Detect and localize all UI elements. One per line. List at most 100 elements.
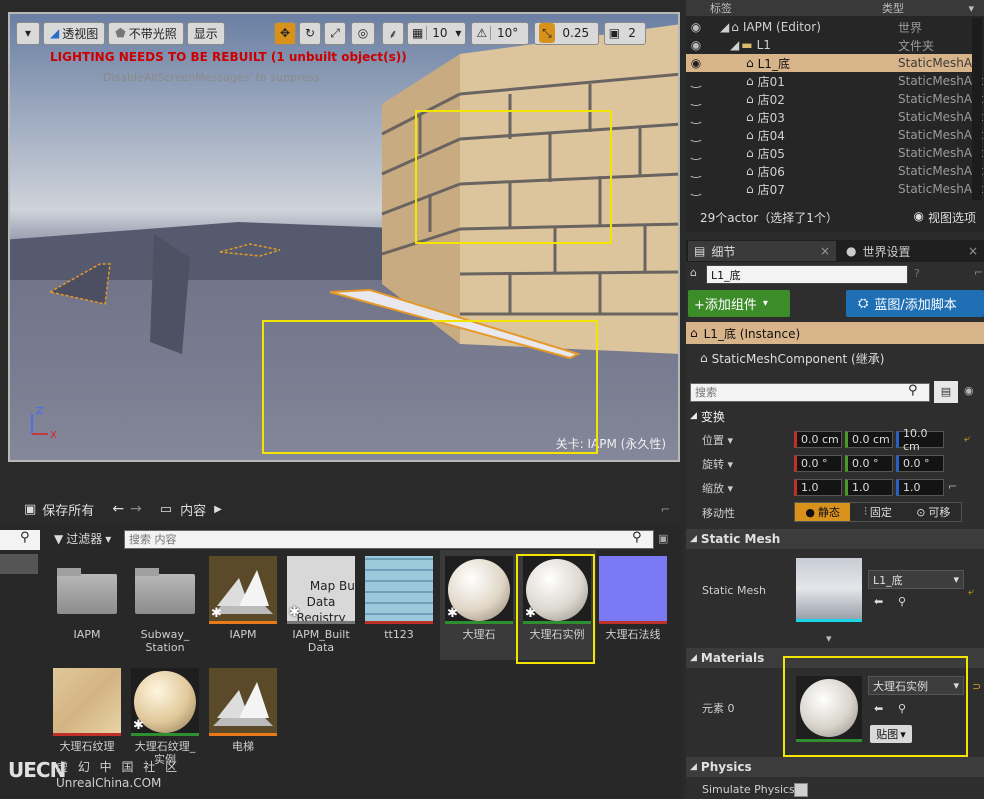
scale-y[interactable]: 1.0 [845, 479, 893, 496]
eye-closed-icon[interactable]: ‿ [686, 92, 706, 106]
save-all-button[interactable]: ▣ 保存所有 [24, 500, 94, 519]
translate-tool-icon[interactable]: ✥ [274, 21, 296, 45]
outliner-row[interactable]: ◉ ◢ ▬ L1 文件夹 [686, 36, 972, 54]
asset-marble-texture[interactable]: 大理石纹理 [52, 668, 122, 753]
asset-marble-material[interactable]: ✱ 大理石 [440, 550, 518, 660]
viewport-options-button[interactable]: ▾ [16, 21, 40, 45]
asset-folder-subway-station[interactable]: Subway_ Station [130, 556, 200, 654]
breadcrumb[interactable]: ▭ 内容 ▶ [160, 500, 222, 519]
simulate-physics-checkbox[interactable] [794, 783, 808, 797]
asset-folder-iapm[interactable]: IAPM [52, 556, 122, 641]
folder-tree-item[interactable] [0, 554, 38, 574]
lock-icon[interactable]: ⌐ [974, 266, 983, 279]
back-arrow-icon[interactable]: ← [112, 501, 124, 517]
physics-section[interactable]: ◢ Physics [686, 757, 984, 777]
outliner-row[interactable]: ‿ ⌂ 店06 StaticMeshAct [686, 162, 983, 180]
asset-elevator[interactable]: 电梯 [208, 668, 278, 753]
scale-label[interactable]: 缩放 ▾ [702, 480, 733, 496]
outliner-row[interactable]: ‿ ⌂ 店02 StaticMeshAct [686, 90, 983, 108]
close-icon[interactable]: × [968, 244, 978, 258]
camera-speed-button[interactable]: ▣ 2 [603, 21, 647, 45]
blueprint-script-button[interactable]: ⛭ 蓝图/添加脚本 [846, 290, 984, 317]
expand-arrow-icon[interactable]: ◢ [720, 20, 729, 34]
close-icon[interactable]: × [820, 244, 830, 258]
property-matrix-icon[interactable]: ▤ [934, 381, 958, 403]
rotation-z[interactable]: 0.0 ° [896, 455, 944, 472]
forward-arrow-icon[interactable]: → [130, 501, 142, 517]
location-label[interactable]: 位置 ▾ [702, 432, 733, 448]
reset-icon[interactable]: ⤶ [964, 432, 970, 446]
eye-closed-icon[interactable]: ‿ [686, 164, 706, 178]
scale-z[interactable]: 1.0 [896, 479, 944, 496]
location-x[interactable]: 0.0 cm [794, 431, 842, 448]
details-search-input[interactable] [690, 383, 930, 402]
eye-closed-icon[interactable]: ‿ [686, 74, 706, 88]
use-selected-arrow-icon[interactable]: ⬅ [874, 595, 883, 608]
add-component-button[interactable]: +添加组件 ▾ [688, 290, 790, 317]
static-mesh-thumbnail[interactable] [796, 558, 862, 622]
expand-down-icon[interactable]: ▾ [826, 632, 832, 645]
view-options-button[interactable]: ◉ 视图选项 [914, 209, 977, 226]
outliner-row[interactable]: ‿ ⌂ 店05 StaticMeshAct [686, 144, 983, 162]
eye-icon[interactable]: ◉ [964, 384, 974, 397]
browse-search-icon[interactable]: ⚲ [898, 595, 906, 608]
reset-icon[interactable]: ⤶ [968, 585, 974, 599]
level-viewport[interactable]: Z X ▾ ◢ 透视图 ⬟ 不带光照 显示 ✥ ↻ ⤢ ◎ ⸙ ▦ 10 ▾ ⚠… [8, 12, 680, 462]
outliner-row[interactable]: ◉ ◢ ⌂ IAPM (Editor) 世界 [686, 18, 972, 36]
mobility-static-button[interactable]: ● 静态 [795, 503, 851, 521]
component-instance-row[interactable]: ⌂ L1_底 (Instance) [686, 322, 984, 344]
static-mesh-section[interactable]: ◢ Static Mesh [686, 529, 984, 549]
location-z[interactable]: 10.0 cm [896, 427, 944, 453]
asset-built-data[interactable]: Map Build Data Registry ✱ IAPM_Built Dat… [286, 556, 369, 654]
column-type[interactable]: 类型 [882, 0, 904, 16]
outliner-row[interactable]: ‿ ⌂ 店01 StaticMeshAct [686, 72, 983, 90]
outliner-row[interactable]: ‿ ⌂ 店03 StaticMeshAct [686, 108, 983, 126]
rotation-x[interactable]: 0.0 ° [794, 455, 842, 472]
tab-details[interactable]: ▤ 细节 × [688, 241, 836, 261]
scale-x[interactable]: 1.0 [794, 479, 842, 496]
reset-icon[interactable]: ⊃ [972, 680, 981, 693]
content-search-input[interactable] [124, 530, 654, 549]
rotation-snap-button[interactable]: ⚠ 10° [471, 21, 530, 45]
surface-snap-icon[interactable]: ⸙ [382, 21, 404, 45]
lock-icon[interactable]: ⌐ [948, 480, 957, 493]
grid-snap-button[interactable]: ▦ 10 ▾ [407, 21, 467, 45]
outliner-row[interactable]: ‿ ⌂ 店07 StaticMeshAct [686, 180, 983, 198]
asset-marble-normal[interactable]: 大理石法线 [598, 556, 668, 641]
eye-icon[interactable]: ◉ [686, 56, 706, 70]
scale-snap-button[interactable]: ⤡ 0.25 [534, 21, 599, 45]
expand-arrow-icon[interactable]: ◢ [730, 38, 739, 52]
outliner-row[interactable]: ‿ ⌂ 店04 StaticMeshAct [686, 126, 983, 144]
rotate-tool-icon[interactable]: ↻ [299, 21, 321, 45]
mobility-fixed-button[interactable]: ⫶ 固定 [850, 503, 906, 521]
mobility-movable-button[interactable]: ⊙ 可移 [905, 503, 961, 521]
static-mesh-picker[interactable]: L1_底 ▾ [868, 570, 964, 589]
eye-icon[interactable]: ◉ [686, 20, 706, 34]
rotation-y[interactable]: 0.0 ° [845, 455, 893, 472]
component-row[interactable]: ⌂ StaticMeshComponent (继承) [686, 346, 984, 370]
filter-button[interactable]: ▼ 过滤器 ▾ [54, 530, 111, 547]
lock-icon[interactable]: ⌐ [661, 503, 670, 516]
location-y[interactable]: 0.0 cm [845, 431, 893, 448]
chevron-down-icon[interactable]: ▾ [968, 2, 974, 15]
lighting-mode-button[interactable]: ⬟ 不带光照 [108, 21, 184, 45]
show-button[interactable]: 显示 [186, 21, 225, 45]
eye-closed-icon[interactable]: ‿ [686, 128, 706, 142]
transform-section[interactable]: ◢ 变换 [686, 406, 984, 426]
outliner-row-selected[interactable]: ◉ ⌂ L1_底 StaticMeshAct [686, 54, 983, 72]
tab-world-settings[interactable]: ● 世界设置 × [840, 241, 984, 261]
eye-closed-icon[interactable]: ‿ [686, 146, 706, 160]
outliner-scrollbar[interactable] [972, 18, 982, 200]
actor-name-field[interactable]: L1_底 [706, 265, 908, 284]
rotation-label[interactable]: 旋转 ▾ [702, 456, 733, 472]
eye-icon[interactable]: ◉ [686, 38, 706, 52]
asset-marble-texture-instance[interactable]: ✱ 大理石纹理_ 实例 [130, 668, 200, 766]
column-label[interactable]: 标签 [710, 0, 732, 16]
scale-tool-icon[interactable]: ⤢ [324, 21, 346, 45]
save-search-icon[interactable]: ▣ [658, 532, 668, 545]
world-local-icon[interactable]: ◎ [351, 21, 375, 45]
help-icon[interactable]: ? [914, 267, 928, 280]
asset-tt123[interactable]: tt123 [364, 556, 434, 641]
eye-closed-icon[interactable]: ‿ [686, 182, 706, 196]
perspective-button[interactable]: ◢ 透视图 [43, 21, 106, 45]
